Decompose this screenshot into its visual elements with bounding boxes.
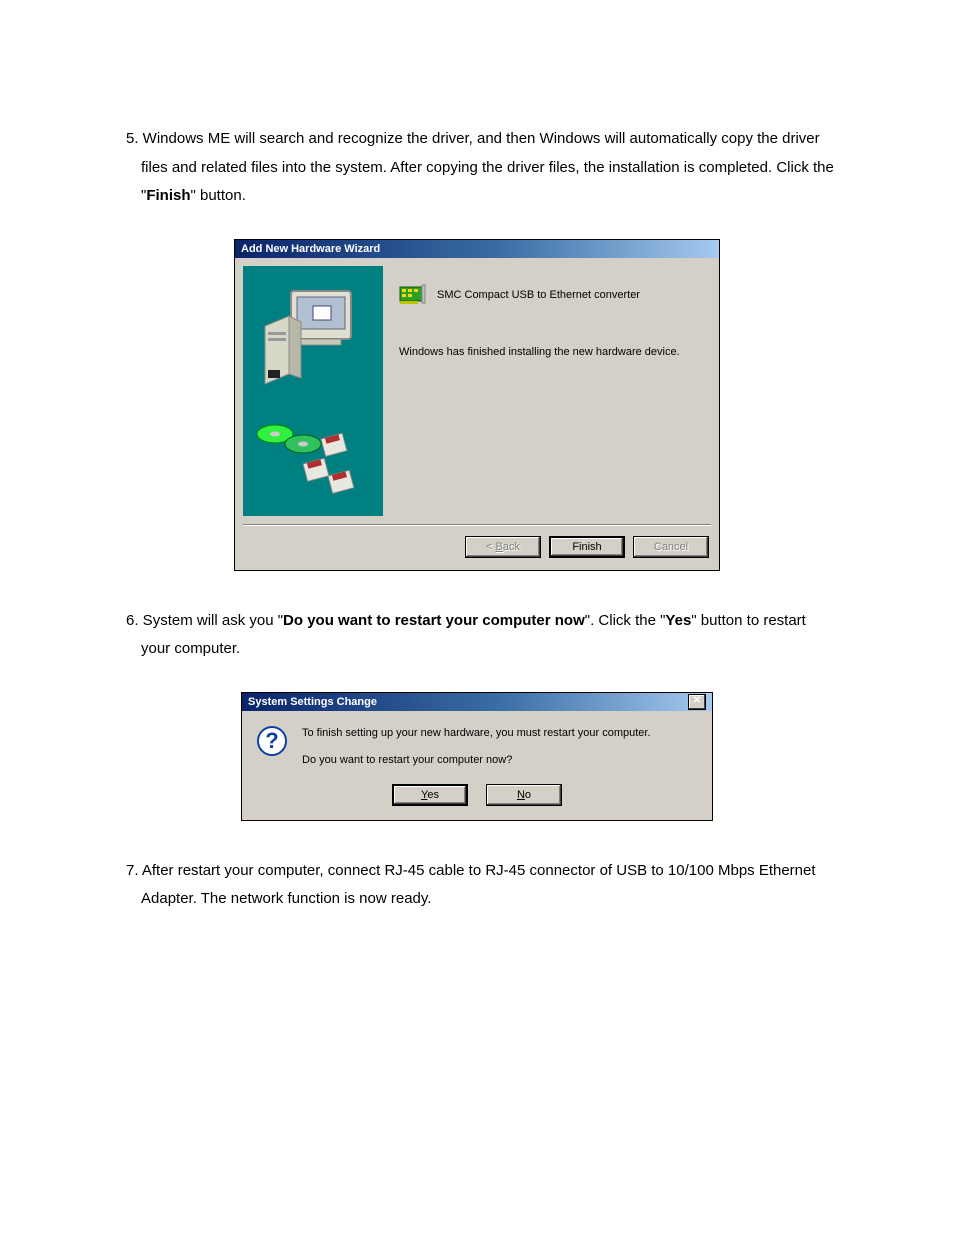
close-icon: ✕	[693, 695, 701, 706]
document-page: 5. Windows ME will search and recognize …	[0, 0, 954, 1235]
question-icon: ?	[256, 725, 288, 757]
step-6-part-a: System will ask you "	[139, 612, 284, 629]
step-5-text: 5. Windows ME will search and recognize …	[115, 125, 839, 211]
cancel-button: Cancel	[633, 536, 709, 558]
wizard-titlebar: Add New Hardware Wizard	[235, 240, 719, 258]
step-6-num: 6.	[126, 612, 139, 629]
wizard-body: SMC Compact USB to Ethernet converter Wi…	[235, 258, 719, 524]
wizard-device-name: SMC Compact USB to Ethernet converter	[437, 289, 640, 301]
step-7: 7. After restart your computer, connect …	[115, 857, 839, 914]
wizard-title: Add New Hardware Wizard	[241, 240, 380, 258]
restart-titlebar: System Settings Change ✕	[242, 693, 712, 711]
wizard-footer: < Back Finish Cancel	[235, 526, 719, 570]
no-underline: N	[517, 789, 525, 801]
step-7-text: 7. After restart your computer, connect …	[115, 857, 839, 914]
restart-line2: Do you want to restart your computer now…	[302, 752, 651, 770]
step-6-text: 6. System will ask you "Do you want to r…	[115, 607, 839, 664]
restart-footer: Yes No	[242, 776, 712, 820]
back-label: < Back	[486, 541, 520, 553]
step-5-num: 5.	[126, 130, 139, 147]
wizard-art-panel	[243, 266, 383, 516]
wizard-content: SMC Compact USB to Ethernet converter Wi…	[399, 266, 711, 516]
yes-button[interactable]: Yes	[392, 784, 468, 806]
close-button[interactable]: ✕	[688, 694, 706, 710]
wizard-device-row: SMC Compact USB to Ethernet converter	[399, 284, 711, 306]
restart-text: To finish setting up your new hardware, …	[302, 725, 651, 770]
pci-card-icon	[399, 284, 427, 306]
restart-body: ? To finish setting up your new hardware…	[242, 711, 712, 776]
svg-text:?: ?	[265, 728, 278, 753]
back-button: < Back	[465, 536, 541, 558]
wizard-art-icon	[243, 266, 383, 516]
step-6-bold1: Do you want to restart your computer now	[283, 612, 585, 629]
yes-underline: Y	[421, 789, 427, 801]
wizard-message: Windows has finished installing the new …	[399, 346, 711, 358]
finish-button[interactable]: Finish	[549, 536, 625, 558]
restart-line1: To finish setting up your new hardware, …	[302, 725, 651, 743]
step-6: 6. System will ask you "Do you want to r…	[115, 607, 839, 821]
step-6-bold2: Yes	[665, 612, 691, 629]
step-7-body: After restart your computer, connect RJ-…	[139, 862, 816, 908]
restart-title: System Settings Change	[248, 693, 377, 711]
no-button[interactable]: No	[486, 784, 562, 806]
step-7-num: 7.	[126, 862, 139, 879]
step-6-part-b: ". Click the "	[585, 612, 666, 629]
step-5-bold: Finish	[146, 187, 190, 204]
step-5-part-b: " button.	[191, 187, 246, 204]
restart-dialog: System Settings Change ✕ ? To finish set…	[241, 692, 713, 821]
hardware-wizard-dialog: Add New Hardware Wizard	[234, 239, 720, 571]
step-5: 5. Windows ME will search and recognize …	[115, 125, 839, 571]
